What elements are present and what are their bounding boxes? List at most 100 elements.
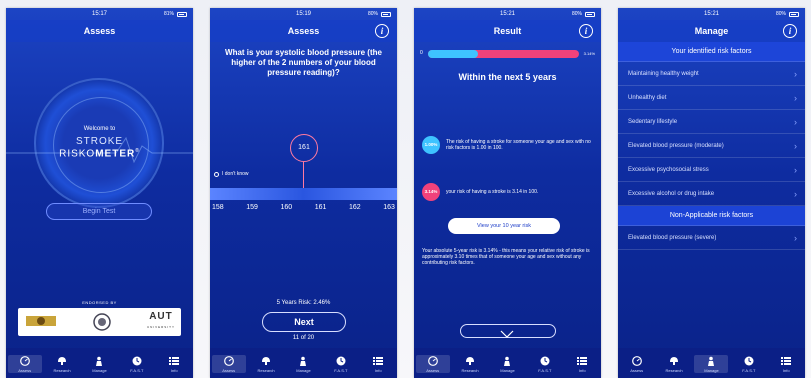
- risk-bar-max: 3.14%: [583, 51, 595, 56]
- tick-label: 158: [212, 204, 224, 211]
- nav-bar: Manage i: [618, 20, 805, 42]
- list-icon: [781, 356, 792, 365]
- risk-bar: 0 3.14%: [420, 48, 595, 60]
- info-icon[interactable]: i: [783, 24, 797, 38]
- risk-factor-row[interactable]: Sedentary lifestyle ›: [618, 110, 805, 134]
- info-icon[interactable]: i: [375, 24, 389, 38]
- your-risk-row: 3.14% your risk of having a stroke is 3.…: [422, 183, 595, 201]
- status-bar: 15:21 80%: [414, 8, 601, 20]
- tab-research[interactable]: Research: [249, 355, 283, 373]
- tab-fast[interactable]: F.A.S.T: [120, 355, 154, 373]
- chevron-right-icon: ›: [794, 189, 797, 199]
- your-risk-text: your risk of having a stroke is 3.14 in …: [446, 189, 539, 195]
- absolute-risk-text: Your absolute 5-year risk is 3.14% - thi…: [422, 248, 590, 266]
- risk-factor-row[interactable]: Excessive alcohol or drug intake ›: [618, 182, 805, 206]
- begin-test-button[interactable]: Begin Test: [46, 203, 152, 220]
- tick-label: 161: [314, 204, 327, 211]
- battery-icon: [177, 11, 187, 17]
- tab-fast[interactable]: F.A.S.T: [324, 355, 358, 373]
- tab-research[interactable]: Research: [45, 355, 79, 373]
- status-time: 15:17: [91, 11, 107, 17]
- risk-bar-track: [428, 50, 579, 58]
- tab-fast[interactable]: F.A.S.T: [528, 355, 562, 373]
- person-icon: [300, 356, 307, 366]
- battery-percent: 81%: [163, 11, 174, 17]
- tab-research[interactable]: Research: [657, 355, 691, 373]
- list-icon: [577, 356, 588, 365]
- page-count: 11 of 20: [292, 335, 315, 341]
- tab-fast[interactable]: F.A.S.T: [732, 355, 766, 373]
- tab-info[interactable]: Info: [361, 355, 395, 373]
- risk-factor-row[interactable]: Elevated blood pressure (moderate) ›: [618, 134, 805, 158]
- page-title: Manage: [694, 26, 729, 36]
- logo-riskometer: RISKOMETER®: [59, 148, 140, 160]
- info-icon[interactable]: i: [579, 24, 593, 38]
- tab-assess[interactable]: Assess: [415, 355, 450, 373]
- battery-percent: 80%: [571, 11, 582, 17]
- tab-assess[interactable]: Assess: [211, 355, 246, 373]
- logo-stroke: STROKE: [75, 136, 124, 147]
- sponsor-logo-2: [93, 313, 112, 331]
- status-time: 15:21: [703, 11, 719, 17]
- risk-bar-min: 0: [420, 50, 423, 56]
- chevron-right-icon: ›: [794, 141, 797, 151]
- gauge-icon: [19, 355, 30, 366]
- screen-manage: 15:21 80% Manage i Your identified risk …: [618, 8, 805, 378]
- tab-manage[interactable]: Manage: [490, 355, 524, 373]
- tab-assess[interactable]: Assess: [7, 355, 42, 373]
- tab-manage[interactable]: Manage: [286, 355, 320, 373]
- list-icon: [169, 356, 180, 365]
- ruler-ticks: 158 159 160 161 162 163: [210, 204, 397, 211]
- clock-icon: [132, 356, 142, 365]
- value-ruler[interactable]: [210, 188, 397, 200]
- battery-icon: [381, 11, 391, 17]
- tick-label: 160: [280, 204, 293, 211]
- tab-manage[interactable]: Manage: [82, 355, 116, 373]
- tab-bar: Assess Research Manage F.A.S.T Info: [210, 348, 397, 378]
- person-icon: [96, 356, 103, 366]
- nonapplicable-risk-header: Non-Applicable risk factors: [618, 206, 805, 226]
- next-button[interactable]: Next: [262, 312, 346, 332]
- dont-know-option[interactable]: I don't know: [214, 171, 249, 177]
- sponsor-logos: AUT UNIVERSITY: [18, 308, 181, 336]
- chevron-right-icon: ›: [794, 69, 797, 79]
- value-pin: 161: [290, 134, 318, 162]
- tab-research[interactable]: Research: [453, 355, 487, 373]
- brain-icon: [466, 356, 475, 365]
- risk-factor-row[interactable]: Elevated blood pressure (severe) ›: [618, 226, 805, 250]
- nav-bar: Assess: [6, 20, 193, 42]
- view-10-year-risk-button[interactable]: View your 10 year risk: [448, 218, 560, 234]
- gauge-icon: [631, 355, 642, 366]
- welcome-text: Welcome to: [83, 126, 116, 132]
- tab-info[interactable]: Info: [565, 355, 599, 373]
- chevron-down-icon[interactable]: [500, 330, 514, 338]
- tab-info[interactable]: Info: [157, 355, 191, 373]
- list-icon: [373, 356, 384, 365]
- status-bar: 15:21 80%: [618, 8, 805, 20]
- tab-bar: Assess Research Manage F.A.S.T Info: [414, 348, 601, 378]
- screen-assess-welcome: 15:17 81% Assess Welcome to STROKE RISKO…: [6, 8, 193, 378]
- your-risk-badge: 3.14%: [422, 183, 440, 201]
- baseline-risk-text: The risk of having a stroke for someone …: [446, 139, 591, 151]
- risk-factor-row[interactable]: Maintaining healthy weight ›: [618, 62, 805, 86]
- risk-bar-fill: [428, 50, 478, 58]
- tab-info[interactable]: Info: [769, 355, 803, 373]
- risk-factor-row[interactable]: Excessive psychosocial stress ›: [618, 158, 805, 182]
- result-heading: Within the next 5 years: [458, 72, 557, 82]
- tab-assess[interactable]: Assess: [620, 355, 654, 373]
- risk-factor-row[interactable]: Unhealthy diet ›: [618, 86, 805, 110]
- page-title: Assess: [83, 26, 116, 36]
- status-time: 15:21: [499, 11, 515, 17]
- tab-bar: Assess Research Manage F.A.S.T Info: [618, 348, 805, 378]
- page-title: Assess: [287, 26, 320, 36]
- aut-logo: AUT UNIVERSITY: [146, 311, 175, 330]
- sponsor-logo-1: [26, 316, 56, 326]
- tab-manage[interactable]: Manage: [694, 355, 729, 373]
- battery-percent: 80%: [367, 11, 378, 17]
- brain-icon: [670, 356, 679, 365]
- question-text: What is your systolic blood pressure (th…: [225, 48, 382, 77]
- endorsed-label: ENDORSED BY: [82, 300, 117, 305]
- chevron-right-icon: ›: [794, 117, 797, 127]
- person-icon: [708, 356, 715, 366]
- clock-icon: [540, 356, 550, 365]
